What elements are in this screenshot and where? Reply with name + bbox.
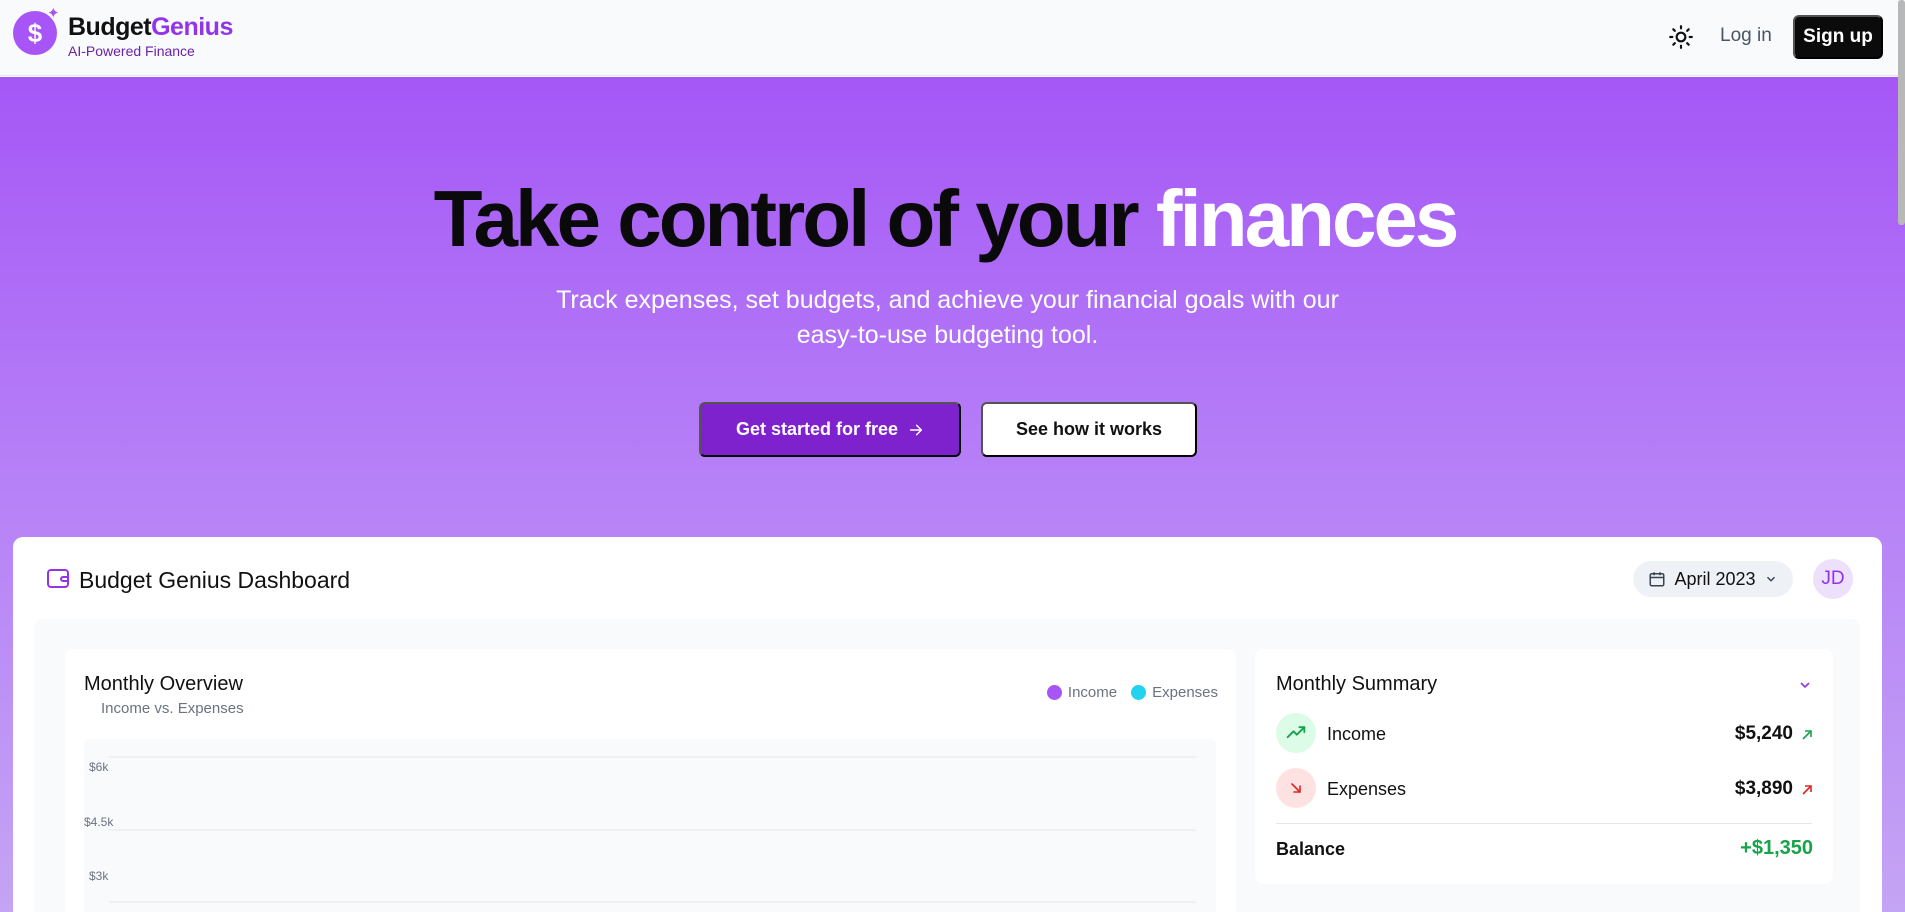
chart-svg: $6k $4.5k $3k — [84, 756, 1196, 903]
arrow-down-right-icon — [1276, 768, 1316, 808]
dashboard-body: Monthly Overview Income vs. Expenses Inc… — [35, 619, 1860, 912]
chart-legend: Income Expenses — [1046, 684, 1218, 701]
legend-expenses-label: Expenses — [1152, 684, 1218, 701]
expenses-value: $3,890 — [1734, 778, 1793, 799]
overview-chart: $6k $4.5k $3k — [84, 739, 1216, 912]
hero-title-highlight: finances — [1155, 174, 1460, 263]
sun-icon[interactable] — [1668, 24, 1694, 50]
month-selector[interactable]: April 2023 — [1633, 561, 1793, 597]
summary-title: Monthly Summary — [1276, 673, 1438, 695]
balance-value: +$1,350 — [1740, 837, 1813, 859]
income-value: $5,240 — [1734, 723, 1793, 744]
arrow-up-right-icon — [1802, 785, 1812, 795]
overview-subtitle: Income vs. Expenses — [101, 700, 244, 717]
monthly-overview-card: Monthly Overview Income vs. Expenses Inc… — [65, 649, 1236, 912]
page-scrollbar[interactable] — [1898, 0, 1905, 225]
trending-up-icon — [1276, 713, 1316, 753]
brand-part-1: Budget — [68, 13, 152, 41]
brand-tagline: AI-Powered Finance — [68, 43, 195, 59]
see-how-button[interactable]: See how it works — [981, 402, 1197, 457]
summary-divider — [1276, 823, 1812, 824]
top-nav: $ ✦ BudgetGenius AI-Powered Finance Log … — [0, 0, 1905, 76]
chevron-down-icon[interactable] — [1797, 677, 1813, 693]
balance-label: Balance — [1276, 839, 1346, 859]
month-label: April 2023 — [1674, 568, 1756, 589]
y-tick-label: $4.5k — [84, 815, 114, 829]
hero-title: Take control of your finances — [0, 173, 1890, 265]
sparkle-icon: ✦ — [47, 5, 60, 22]
expenses-dot-icon — [1131, 685, 1147, 700]
brand-name[interactable]: BudgetGenius — [68, 13, 233, 42]
hero-title-dark: Take control of your — [433, 174, 1140, 263]
legend-expenses: Expenses — [1131, 684, 1218, 701]
wallet-icon — [47, 569, 69, 588]
legend-income: Income — [1046, 684, 1118, 701]
get-started-label: Get started for free — [735, 419, 899, 439]
income-label: Income — [1327, 724, 1387, 744]
signup-button[interactable]: Sign up — [1793, 15, 1883, 59]
get-started-button[interactable]: Get started for free — [699, 402, 961, 457]
calendar-icon — [1649, 572, 1665, 587]
chevron-down-icon — [1766, 576, 1775, 582]
legend-income-label: Income — [1067, 684, 1118, 701]
income-dot-icon — [1046, 685, 1062, 700]
arrow-right-icon — [909, 424, 923, 435]
hero-subtitle: Track expenses, set budgets, and achieve… — [556, 286, 1339, 349]
login-link[interactable]: Log in — [1720, 25, 1772, 47]
y-tick-label: $3k — [89, 869, 109, 883]
arrow-up-right-icon — [1802, 730, 1812, 740]
brand-part-2: Genius — [151, 13, 233, 41]
overview-title: Monthly Overview — [84, 673, 243, 695]
dashboard-preview: Budget Genius Dashboard April 2023 JD Mo… — [13, 537, 1882, 912]
dashboard-title: Budget Genius Dashboard — [79, 567, 351, 593]
user-avatar[interactable]: JD — [1813, 559, 1853, 599]
monthly-summary-card: Monthly Summary Income $5,240 Expenses $… — [1255, 649, 1833, 884]
expenses-label: Expenses — [1327, 779, 1407, 799]
y-tick-label: $6k — [89, 760, 109, 774]
